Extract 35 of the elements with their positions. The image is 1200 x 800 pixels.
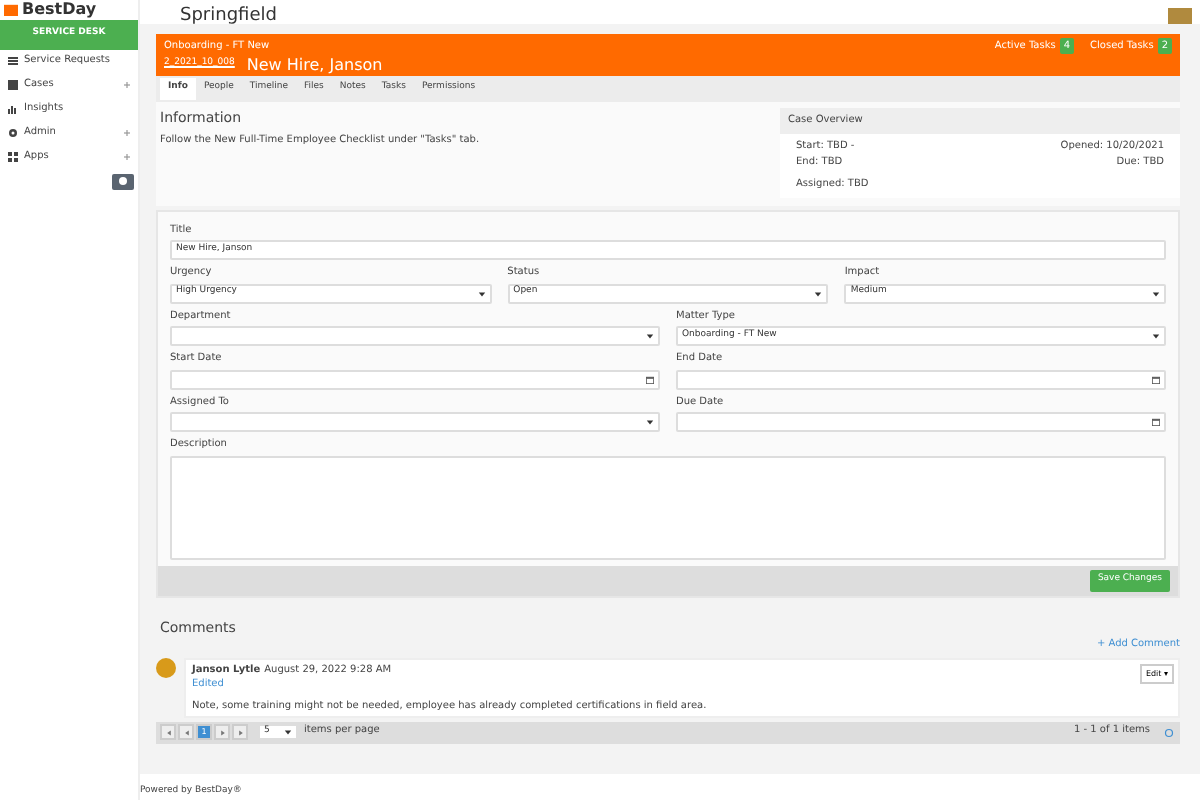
left-arrow-icon: [165, 729, 171, 735]
calendar-icon: [1152, 418, 1160, 427]
location-title: Springfield: [180, 8, 277, 24]
logo-text: BestDay: [22, 0, 97, 18]
refresh-button[interactable]: [1160, 724, 1176, 740]
date-field[interactable]: [676, 412, 1166, 433]
settings-icon: [118, 176, 128, 187]
case-title: New Hire, Janson: [246, 55, 383, 73]
caret-icon: [284, 728, 292, 736]
right-arrow-icon: [219, 729, 225, 735]
calendar-icon: [646, 375, 654, 384]
square-icon: [8, 80, 18, 91]
list-icon: [8, 56, 18, 67]
gear-icon: [8, 128, 18, 139]
calendar-icon: [1152, 375, 1160, 384]
dropdown[interactable]: [170, 326, 660, 347]
caret-icon: [814, 289, 823, 298]
settings-button[interactable]: [112, 173, 134, 190]
avatar-image: [1168, 8, 1192, 24]
left-arrow-icon: [183, 729, 189, 735]
caret-icon: [477, 289, 486, 298]
last-page-button[interactable]: [232, 724, 248, 740]
logo-icon: [4, 2, 18, 16]
bar-chart-icon: [8, 104, 18, 115]
avatar-circle: [156, 657, 176, 677]
dropdown[interactable]: [170, 412, 660, 433]
right-arrow-icon: [237, 729, 243, 735]
first-page-button[interactable]: [160, 724, 176, 740]
grid-icon: [8, 152, 18, 163]
description-field[interactable]: [170, 455, 1166, 560]
refresh-icon: [1163, 727, 1173, 737]
previous-page-button[interactable]: [178, 724, 194, 740]
next-page-button[interactable]: [214, 724, 230, 740]
date-field[interactable]: [170, 369, 660, 390]
date-field[interactable]: [676, 369, 1166, 390]
